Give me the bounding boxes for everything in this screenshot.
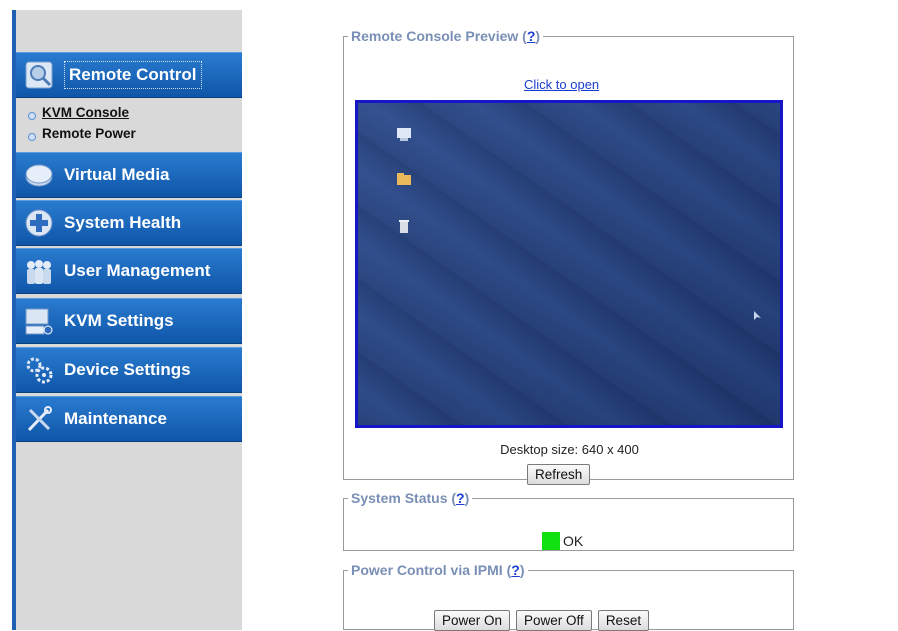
remote-control-icon bbox=[22, 58, 56, 92]
status-row: OK bbox=[542, 532, 583, 550]
system-health-icon bbox=[22, 206, 56, 240]
kvm-settings-icon bbox=[22, 304, 56, 338]
bullet-icon bbox=[28, 132, 36, 141]
folder-desktop-icon bbox=[389, 170, 419, 190]
reset-button[interactable]: Reset bbox=[597, 610, 650, 631]
bullet-icon bbox=[28, 111, 36, 120]
nav-device-settings-label: Device Settings bbox=[64, 360, 191, 379]
mouse-cursor-icon bbox=[753, 309, 763, 327]
nav-maintenance-label: Maintenance bbox=[64, 409, 167, 428]
nav-virtual-media[interactable]: Virtual Media bbox=[16, 152, 242, 198]
help-link[interactable]: ? bbox=[511, 562, 520, 578]
device-settings-icon bbox=[22, 353, 56, 387]
status-indicator bbox=[542, 532, 560, 550]
legend-text: Power Control via IPMI bbox=[351, 562, 503, 578]
nav-remote-control-label: Remote Control bbox=[64, 61, 202, 89]
nav-system-health[interactable]: System Health bbox=[16, 200, 242, 246]
nav-user-management-label: User Management bbox=[64, 261, 211, 280]
click-to-open-link[interactable]: Click to open bbox=[524, 77, 599, 92]
legend-text: Remote Console Preview bbox=[351, 28, 519, 44]
sidebar: Remote Control KVM Console Remote Power … bbox=[12, 10, 242, 630]
subitem-kvm-console-label: KVM Console bbox=[42, 105, 130, 120]
refresh-button[interactable]: Refresh bbox=[527, 464, 591, 485]
power-control-legend: Power Control via IPMI (?) bbox=[351, 562, 525, 578]
desktop-size-text: Desktop size: 640 x 400 bbox=[500, 442, 639, 457]
help-link[interactable]: ? bbox=[456, 490, 465, 506]
power-on-button[interactable]: Power On bbox=[434, 610, 511, 631]
trash-desktop-icon bbox=[389, 217, 419, 237]
virtual-media-icon bbox=[22, 158, 56, 192]
user-management-icon bbox=[22, 254, 56, 288]
nav-device-settings[interactable]: Device Settings bbox=[16, 347, 242, 393]
console-preview-screen[interactable] bbox=[355, 100, 783, 428]
nav-user-management[interactable]: User Management bbox=[16, 248, 242, 294]
power-off-button[interactable]: Power Off bbox=[516, 610, 592, 631]
subitem-kvm-console[interactable]: KVM Console bbox=[16, 102, 242, 123]
remote-control-submenu: KVM Console Remote Power bbox=[16, 102, 242, 144]
remote-console-preview-panel: Remote Console Preview (?) Click to open… bbox=[343, 28, 794, 485]
subitem-remote-power-label: Remote Power bbox=[42, 126, 136, 141]
subitem-remote-power[interactable]: Remote Power bbox=[16, 123, 242, 144]
nav-system-health-label: System Health bbox=[64, 213, 182, 232]
status-text: OK bbox=[563, 533, 584, 549]
legend-text: System Status bbox=[351, 490, 448, 506]
nav-kvm-settings-label: KVM Settings bbox=[64, 311, 174, 330]
help-link[interactable]: ? bbox=[527, 28, 536, 44]
computer-desktop-icon bbox=[389, 125, 419, 145]
system-status-legend: System Status (?) bbox=[351, 490, 470, 506]
power-buttons: Power On Power Off Reset bbox=[434, 610, 650, 631]
system-status-panel: System Status (?) OK bbox=[343, 490, 794, 551]
nav-maintenance[interactable]: Maintenance bbox=[16, 396, 242, 442]
maintenance-icon bbox=[22, 402, 56, 436]
remote-console-preview-legend: Remote Console Preview (?) bbox=[351, 28, 541, 44]
nav-virtual-media-label: Virtual Media bbox=[64, 165, 170, 184]
nav-kvm-settings[interactable]: KVM Settings bbox=[16, 298, 242, 344]
nav-remote-control[interactable]: Remote Control bbox=[16, 52, 242, 98]
power-control-panel: Power Control via IPMI (?) Power On Powe… bbox=[343, 562, 794, 631]
